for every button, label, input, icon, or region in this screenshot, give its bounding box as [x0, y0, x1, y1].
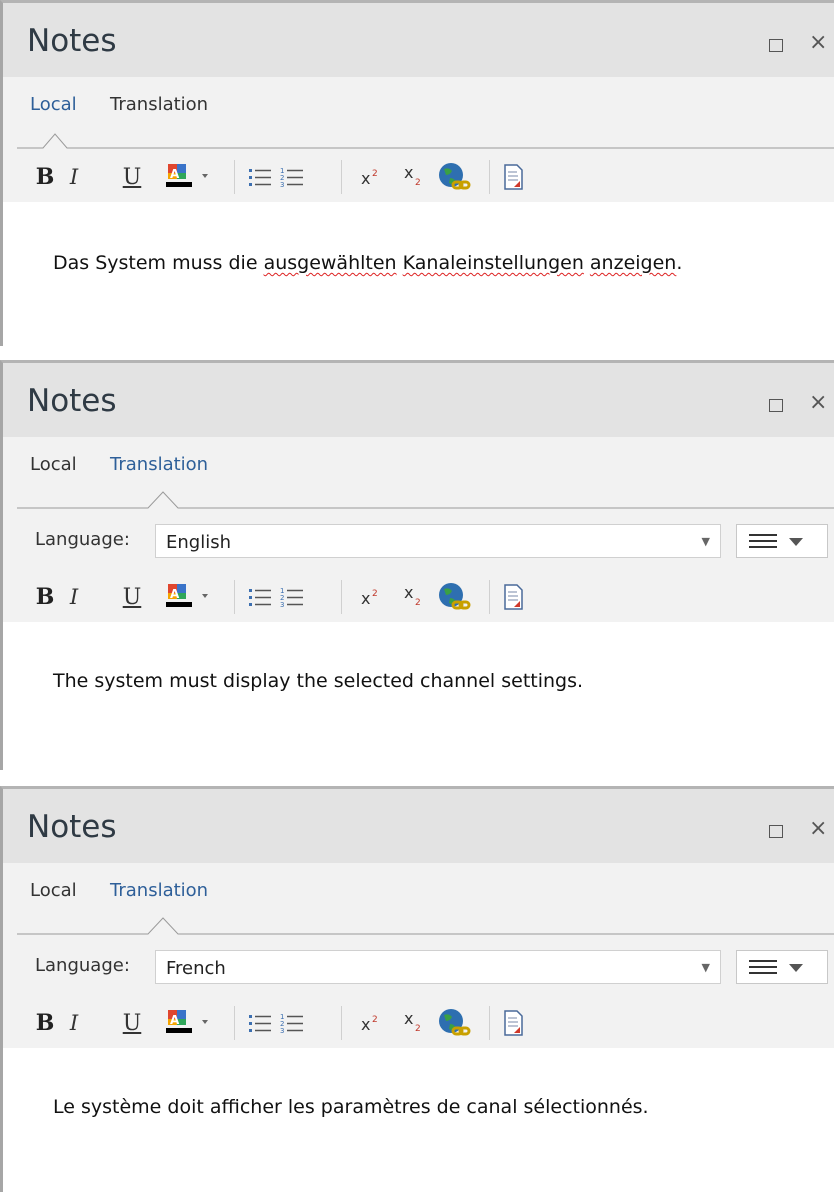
maximize-icon[interactable] [769, 399, 783, 412]
bullet-list-icon[interactable] [247, 152, 273, 202]
globe-link-icon[interactable] [435, 152, 473, 202]
panel-titlebar: Notes × [3, 789, 834, 863]
numbered-list-icon[interactable]: 123 [279, 572, 305, 622]
notes-panel-english: Notes × Local Translation Language: Engl… [0, 360, 834, 770]
format-toolbar: B I U A 123 x2 x 2 [3, 152, 834, 202]
alignment-button[interactable] [736, 950, 828, 984]
font-color-icon[interactable]: A [163, 152, 213, 202]
panel-titlebar: Notes × [3, 363, 834, 437]
numbered-list-icon[interactable]: 123 [279, 998, 305, 1048]
italic-icon[interactable]: I [63, 998, 85, 1048]
superscript-icon[interactable]: x2 [358, 152, 386, 202]
document-icon[interactable] [500, 998, 526, 1048]
tab-bar: Local Translation [3, 863, 834, 938]
svg-text:2: 2 [415, 1024, 421, 1034]
panel-title: Notes [27, 23, 117, 59]
language-label: Language: [35, 955, 130, 976]
svg-text:2: 2 [415, 178, 421, 188]
language-dropdown[interactable]: English ▼ [155, 524, 721, 558]
format-toolbar: B I U A 123 x2 x2 [3, 572, 834, 622]
svg-text:A: A [170, 587, 180, 601]
bullet-list-icon[interactable] [247, 998, 273, 1048]
svg-text:3: 3 [280, 601, 284, 608]
numbered-list-icon[interactable]: 123 [279, 152, 305, 202]
subscript-icon[interactable]: x2 [401, 152, 429, 202]
close-icon[interactable]: × [809, 390, 827, 415]
maximize-icon[interactable] [769, 39, 783, 52]
svg-text:x: x [361, 169, 370, 188]
svg-text:3: 3 [280, 181, 284, 188]
language-dropdown[interactable]: French ▼ [155, 950, 721, 984]
svg-text:x: x [361, 589, 370, 608]
note-editor[interactable]: The system must display the selected cha… [3, 622, 834, 770]
font-color-icon[interactable]: A [163, 572, 213, 622]
panel-titlebar: Notes × [3, 3, 834, 77]
spellcheck-word: anzeigen [589, 252, 677, 274]
chevron-down-icon: ▼ [701, 961, 710, 974]
tab-indicator [17, 491, 834, 509]
close-icon[interactable]: × [809, 30, 827, 55]
tab-bar: Local Translation [3, 437, 834, 512]
bold-icon[interactable]: B [33, 572, 57, 622]
maximize-icon[interactable] [769, 825, 783, 838]
globe-link-icon[interactable] [435, 572, 473, 622]
close-icon[interactable]: × [809, 816, 827, 841]
language-row: Language: English ▼ [3, 512, 834, 572]
svg-text:x: x [404, 1011, 413, 1028]
svg-text:2: 2 [372, 589, 378, 599]
bullet-list-icon[interactable] [247, 572, 273, 622]
svg-text:x: x [361, 1015, 370, 1034]
note-text: Das System muss die ausgewählten Kanalei… [53, 252, 683, 274]
align-justify-icon [749, 534, 803, 548]
align-justify-icon [749, 960, 803, 974]
chevron-down-icon: ▼ [701, 535, 710, 548]
panel-title: Notes [27, 383, 117, 419]
notes-panel-french: Notes × Local Translation Language: Fren… [0, 786, 834, 1192]
alignment-button[interactable] [736, 524, 828, 558]
italic-icon[interactable]: I [63, 152, 85, 202]
tab-indicator [17, 133, 834, 149]
svg-text:2: 2 [372, 169, 378, 179]
subscript-icon[interactable]: x2 [401, 572, 429, 622]
bold-icon[interactable]: B [33, 998, 57, 1048]
document-icon[interactable] [500, 572, 526, 622]
globe-link-icon[interactable] [435, 998, 473, 1048]
note-text: The system must display the selected cha… [53, 670, 584, 692]
note-editor[interactable]: Das System muss die ausgewählten Kanalei… [3, 202, 834, 346]
document-icon[interactable] [500, 152, 526, 202]
tab-indicator [17, 917, 834, 935]
superscript-icon[interactable]: x2 [358, 998, 386, 1048]
underline-icon[interactable]: U [120, 998, 144, 1048]
underline-icon[interactable]: U [120, 152, 144, 202]
panel-title: Notes [27, 809, 117, 845]
language-value: English [166, 532, 231, 553]
svg-text:3: 3 [280, 1027, 284, 1034]
bold-icon[interactable]: B [33, 152, 57, 202]
underline-icon[interactable]: U [120, 572, 144, 622]
spellcheck-word: Kanaleinstellungen [402, 252, 584, 274]
language-label: Language: [35, 529, 130, 550]
svg-text:A: A [170, 1013, 180, 1027]
tab-bar: Local Translation [3, 77, 834, 152]
svg-text:A: A [170, 167, 180, 181]
note-text: Le système doit afficher les paramètres … [53, 1096, 649, 1118]
svg-text:x: x [404, 165, 413, 182]
format-toolbar: B I U A 123 x2 x2 [3, 998, 834, 1048]
svg-text:x: x [404, 585, 413, 602]
spellcheck-word: ausgewählten [263, 252, 397, 274]
notes-panel-local: Notes × Local Translation B I U A 1 2 3 … [0, 0, 834, 346]
superscript-icon[interactable]: x2 [358, 572, 386, 622]
language-value: French [166, 958, 226, 979]
language-row: Language: French ▼ [3, 938, 834, 998]
note-editor[interactable]: Le système doit afficher les paramètres … [3, 1048, 834, 1192]
italic-icon[interactable]: I [63, 572, 85, 622]
svg-text:2: 2 [372, 1015, 378, 1025]
font-color-icon[interactable]: A [163, 998, 213, 1048]
svg-text:2: 2 [415, 598, 421, 608]
subscript-icon[interactable]: x2 [401, 998, 429, 1048]
